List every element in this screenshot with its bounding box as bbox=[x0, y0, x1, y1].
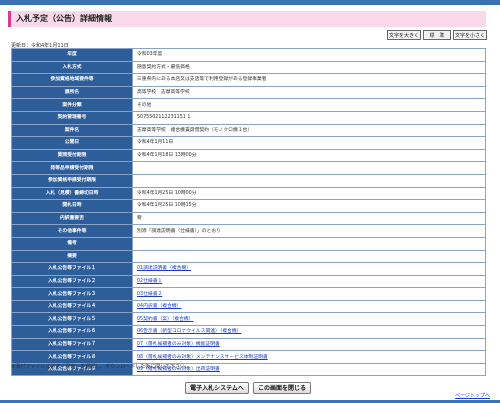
table-row: 課所名 高等学校 志摩高等学校 bbox=[11, 85, 486, 100]
row-label: 課所名 bbox=[11, 85, 133, 100]
row-label: 入札公告等ファイル２ bbox=[11, 274, 133, 289]
row-label: 開札日時 bbox=[11, 199, 133, 213]
row-label: 質問受付期限 bbox=[11, 148, 133, 163]
attachment-link[interactable]: 05契約書（案）（複合機） bbox=[137, 317, 193, 322]
page-title: 入札予定（公告）詳細情報 bbox=[16, 14, 112, 23]
row-label: 公開日 bbox=[11, 136, 133, 150]
attachment-link[interactable]: 04内訳書（複合機） bbox=[137, 304, 181, 309]
row-label: 年度 bbox=[11, 48, 133, 62]
table-row: 入札公告等ファイル４ 04内訳書（複合機） bbox=[11, 299, 486, 314]
row-label: 入札公告等ファイル３ bbox=[11, 287, 133, 301]
row-value: 別添「調達説明書（仕様書）」のとおり bbox=[132, 224, 486, 238]
row-label: 入札方式 bbox=[11, 60, 133, 75]
table-row: 内訳書要否要 bbox=[11, 211, 486, 226]
top-border bbox=[0, 0, 500, 5]
table-row: 質問受付期限 令和4年1月18日 13時00分 bbox=[11, 148, 486, 163]
row-label: 入札公告等ファイル１ bbox=[11, 262, 133, 276]
e-bidding-system-button[interactable]: 電子入札システムへ bbox=[185, 382, 249, 394]
table-row: 入札方式 随意契約方式・最低価格 bbox=[11, 60, 486, 75]
row-value: 05契約書（案）（複合機） bbox=[132, 312, 486, 327]
bid-detail-table: 年度 令和03年度 入札方式 随意契約方式・最低価格 参加資格地域要件等 三重県内にある本… bbox=[11, 48, 486, 377]
attachment-link[interactable]: 06告示書（新型コロナウイルス関連）（複合機） bbox=[137, 329, 241, 334]
row-value bbox=[132, 249, 486, 264]
row-value: 06告示書（新型コロナウイルス関連）（複合機） bbox=[132, 325, 486, 339]
row-value: 三重県内にある本店又は支店等で利用登録がある登録事業者 bbox=[132, 73, 486, 87]
table-row: 年度 令和03年度 bbox=[11, 48, 486, 62]
row-label: 入札公告等ファイル４ bbox=[11, 299, 133, 314]
table-row: 参加資格地域要件等 三重県内にある本店又は支店等で利用登録がある登録事業者 bbox=[11, 73, 486, 87]
table-row: 案件分類 その他 bbox=[11, 98, 486, 112]
table-row: 案件名 志摩高等学校 複合機賃貸借契約（モノクロ機１台） bbox=[11, 123, 486, 138]
attachment-note: ※添付ファイルは必ず「保存」を選択し、ダウンロードした後に開いて下さい。 bbox=[11, 364, 191, 370]
row-value: 志摩高等学校 複合機賃貸借契約（モノクロ機１台） bbox=[132, 123, 486, 138]
close-window-button[interactable]: この画面を閉じる bbox=[253, 382, 311, 394]
table-row: 入札公告等ファイル８ 08（落札候補者のみ対象）メンテナンスサービス体制証明書 bbox=[11, 350, 486, 364]
page-title-bar: 入札予定（公告）詳細情報 bbox=[8, 11, 486, 27]
table-row: 公開日 令和4年1月11日 bbox=[11, 136, 486, 150]
attachment-link[interactable]: 08（落札候補者のみ対象）メンテナンスサービス体制証明書 bbox=[137, 355, 268, 360]
attachment-link[interactable]: 03仕様書２ bbox=[137, 292, 162, 297]
table-row: 参加資格申請受付期限 bbox=[11, 173, 486, 188]
row-value bbox=[132, 236, 486, 251]
row-value: 高等学校 志摩高等学校 bbox=[132, 85, 486, 100]
table-row: 入札（見積）書締切日時 令和4年1月25日 10時00分 bbox=[11, 186, 486, 201]
row-value bbox=[132, 173, 486, 188]
row-value bbox=[132, 161, 486, 175]
row-value: 07（落札候補者のみ対象）機能証明書 bbox=[132, 337, 486, 352]
table-row: 入札公告等ファイル１ 01調達説明書（複合機） bbox=[11, 262, 486, 276]
attachment-link[interactable]: 02仕様書１ bbox=[137, 279, 162, 284]
row-label: 案件名 bbox=[11, 123, 133, 138]
row-value: 02仕様書１ bbox=[132, 274, 486, 289]
row-value: 令和4年1月11日 bbox=[132, 136, 486, 150]
row-label: 参加資格地域要件等 bbox=[11, 73, 133, 87]
table-row: 入札公告等ファイル７ 07（落札候補者のみ対象）機能証明書 bbox=[11, 337, 486, 352]
table-row: 契約管理番号 5075502112231151 1 bbox=[11, 110, 486, 125]
row-value: 令和4年1月25日 10時00分 bbox=[132, 186, 486, 201]
row-value: 01調達説明書（複合機） bbox=[132, 262, 486, 276]
row-label: 契約管理番号 bbox=[11, 110, 133, 125]
table-row: 発等品申請受付期限 bbox=[11, 161, 486, 175]
table-row: 入札公告等ファイル３ 03仕様書２ bbox=[11, 287, 486, 301]
table-row: 開札日時 令和4年1月25日 10時15分 bbox=[11, 199, 486, 213]
row-value: 要 bbox=[132, 211, 486, 226]
row-label: 摘要 bbox=[11, 249, 133, 264]
table-row: 備考 bbox=[11, 236, 486, 251]
row-label: 入札公告等ファイル５ bbox=[11, 312, 133, 327]
row-value: 5075502112231151 1 bbox=[132, 110, 486, 125]
attachment-link[interactable]: 07（落札候補者のみ対象）機能証明書 bbox=[137, 342, 220, 347]
row-label: 入札公告等ファイル６ bbox=[11, 325, 133, 339]
row-label: 備考 bbox=[11, 236, 133, 251]
row-label: その他事件等 bbox=[11, 224, 133, 238]
row-value: 令和4年1月18日 13時00分 bbox=[132, 148, 486, 163]
row-value: 04内訳書（複合機） bbox=[132, 299, 486, 314]
row-label: 内訳書要否 bbox=[11, 211, 133, 226]
attachment-link[interactable]: 01調達説明書（複合機） bbox=[137, 266, 191, 271]
font-size-small-button[interactable]: 文字を小さく bbox=[453, 30, 487, 40]
row-value: 令和03年度 bbox=[132, 48, 486, 62]
font-size-large-button[interactable]: 文字を大きく bbox=[387, 30, 421, 40]
table-row: 入札公告等ファイル２ 02仕様書１ bbox=[11, 274, 486, 289]
row-value: 03仕様書２ bbox=[132, 287, 486, 301]
row-label: 参加資格申請受付期限 bbox=[11, 173, 133, 188]
table-row: 入札公告等ファイル５ 05契約書（案）（複合機） bbox=[11, 312, 486, 327]
row-label: 入札公告等ファイル８ bbox=[11, 350, 133, 364]
table-row: その他事件等 別添「調達説明書（仕様書）」のとおり bbox=[11, 224, 486, 238]
row-value: 令和4年1月25日 10時15分 bbox=[132, 199, 486, 213]
font-size-normal-button[interactable]: 標 準 bbox=[423, 30, 451, 40]
row-value: 08（落札候補者のみ対象）メンテナンスサービス体制証明書 bbox=[132, 350, 486, 364]
table-row: 摘要 bbox=[11, 249, 486, 264]
row-label: 入札公告等ファイル７ bbox=[11, 337, 133, 352]
row-value: 随意契約方式・最低価格 bbox=[132, 60, 486, 75]
page-top-link[interactable]: ページトップへ bbox=[455, 392, 490, 399]
row-value: その他 bbox=[132, 98, 486, 112]
row-label: 発等品申請受付期限 bbox=[11, 161, 133, 175]
row-label: 入札（見積）書締切日時 bbox=[11, 186, 133, 201]
table-row: 入札公告等ファイル６ 06告示書（新型コロナウイルス関連）（複合機） bbox=[11, 325, 486, 339]
row-label: 案件分類 bbox=[11, 98, 133, 112]
